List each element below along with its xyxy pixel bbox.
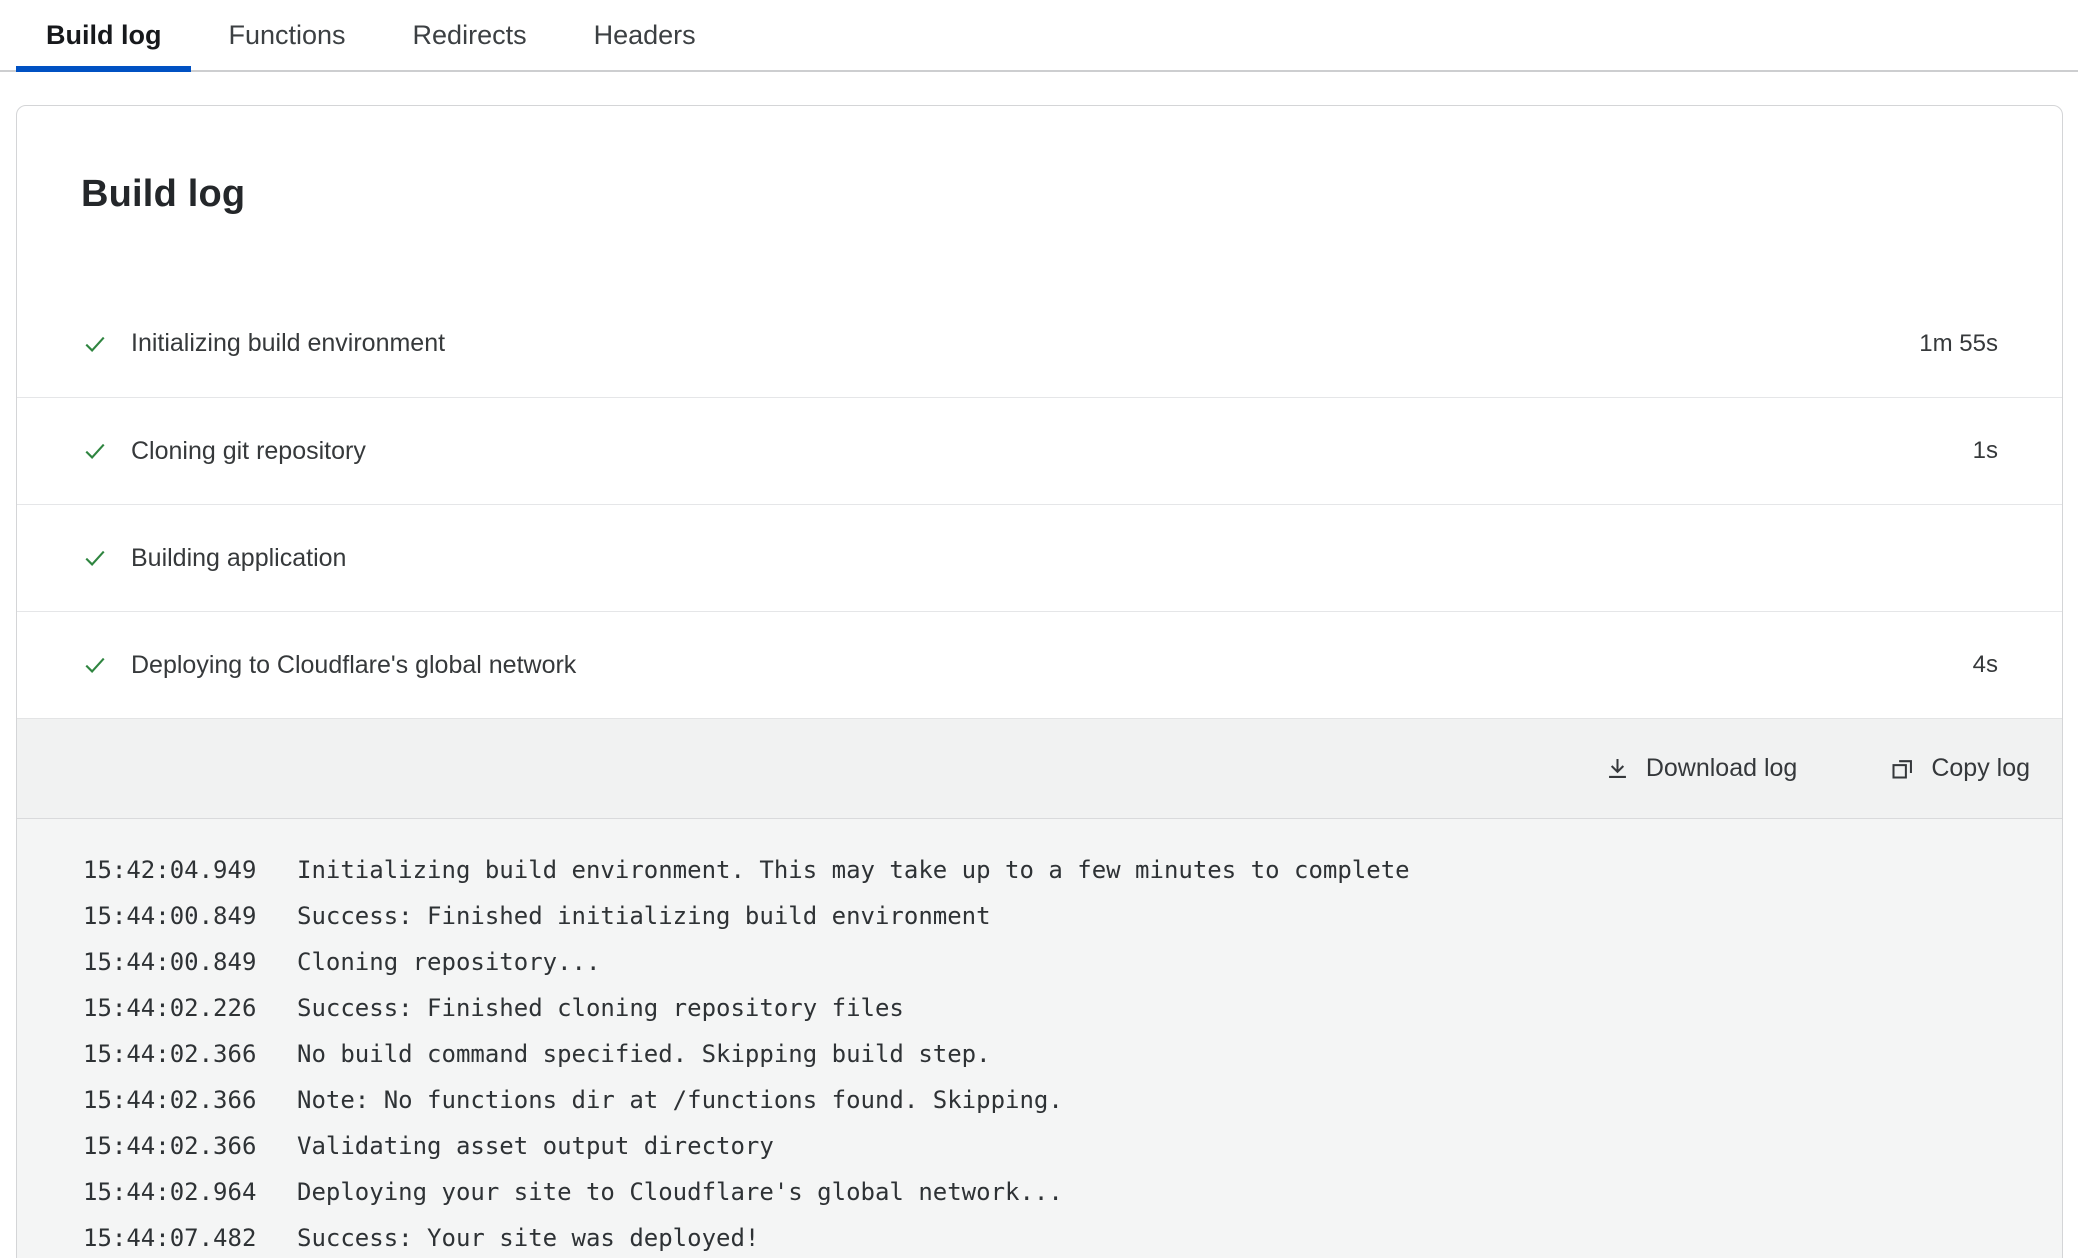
log-timestamp: 15:44:02.366 xyxy=(83,1031,257,1077)
log-timestamp: 15:44:07.482 xyxy=(83,1215,257,1258)
download-log-label: Download log xyxy=(1646,754,1798,783)
step-row-cloning: Cloning git repository 1s xyxy=(17,397,2062,504)
log-line: 15:44:02.964 Deploying your site to Clou… xyxy=(83,1169,2022,1215)
tab-label: Functions xyxy=(228,20,345,51)
tab-redirects[interactable]: Redirects xyxy=(383,0,557,70)
step-label: Cloning git repository xyxy=(131,437,366,466)
step-row-building: Building application xyxy=(17,504,2062,611)
log-timestamp: 15:44:02.366 xyxy=(83,1077,257,1123)
step-duration: 4s xyxy=(1973,651,1998,679)
log-timestamp: 15:44:02.226 xyxy=(83,985,257,1031)
log-timestamp: 15:42:04.949 xyxy=(83,847,257,893)
log-message: Success: Finished cloning repository fil… xyxy=(297,985,904,1031)
tab-label: Build log xyxy=(46,20,161,51)
download-log-button[interactable]: Download log xyxy=(1604,754,1798,783)
log-line: 15:42:04.949 Initializing build environm… xyxy=(83,847,2022,893)
tab-functions[interactable]: Functions xyxy=(198,0,375,70)
build-log-card: Build log Initializing build environment… xyxy=(16,105,2063,1258)
log-message: Cloning repository... xyxy=(297,939,600,985)
log-timestamp: 15:44:02.964 xyxy=(83,1169,257,1215)
log-timestamp: 15:44:00.849 xyxy=(83,939,257,985)
check-icon xyxy=(81,544,109,572)
check-icon xyxy=(81,330,109,358)
step-label: Initializing build environment xyxy=(131,329,445,358)
copy-log-label: Copy log xyxy=(1931,754,2030,783)
step-duration: 1s xyxy=(1973,437,1998,465)
page-title: Build log xyxy=(81,172,1998,216)
deployment-tab-bar: Build log Functions Redirects Headers xyxy=(0,0,2078,72)
log-line: 15:44:00.849 Cloning repository... xyxy=(83,939,2022,985)
download-icon xyxy=(1604,755,1631,782)
log-timestamp: 15:44:00.849 xyxy=(83,893,257,939)
log-message: No build command specified. Skipping bui… xyxy=(297,1031,991,1077)
build-steps-list: Initializing build environment 1m 55s Cl… xyxy=(17,290,2062,718)
log-message: Deploying your site to Cloudflare's glob… xyxy=(297,1169,1063,1215)
copy-icon xyxy=(1889,755,1916,782)
check-icon xyxy=(81,437,109,465)
log-line: 15:44:07.482 Success: Your site was depl… xyxy=(83,1215,2022,1258)
log-line: 15:44:02.366 No build command specified.… xyxy=(83,1031,2022,1077)
log-line: 15:44:00.849 Success: Finished initializ… xyxy=(83,893,2022,939)
tab-build-log[interactable]: Build log xyxy=(16,0,191,70)
log-message: Success: Finished initializing build env… xyxy=(297,893,991,939)
log-message: Note: No functions dir at /functions fou… xyxy=(297,1077,1063,1123)
card-header: Build log xyxy=(17,106,2062,290)
log-message: Initializing build environment. This may… xyxy=(297,847,1410,893)
log-line: 15:44:02.226 Success: Finished cloning r… xyxy=(83,985,2022,1031)
log-line: 15:44:02.366 Validating asset output dir… xyxy=(83,1123,2022,1169)
log-line: 15:44:02.366 Note: No functions dir at /… xyxy=(83,1077,2022,1123)
step-row-initializing: Initializing build environment 1m 55s xyxy=(17,290,2062,397)
copy-log-button[interactable]: Copy log xyxy=(1889,754,2030,783)
check-icon xyxy=(81,651,109,679)
tab-label: Headers xyxy=(594,20,696,51)
step-duration: 1m 55s xyxy=(1919,330,1998,358)
step-row-deploying: Deploying to Cloudflare's global network… xyxy=(17,611,2062,718)
step-label: Deploying to Cloudflare's global network xyxy=(131,651,576,680)
log-timestamp: 15:44:02.366 xyxy=(83,1123,257,1169)
step-label: Building application xyxy=(131,544,346,573)
log-toolbar: Download log Copy log xyxy=(17,718,2062,819)
log-message: Success: Your site was deployed! xyxy=(297,1215,759,1258)
build-log-output: 15:42:04.949 Initializing build environm… xyxy=(17,819,2062,1258)
log-message: Validating asset output directory xyxy=(297,1123,774,1169)
tab-headers[interactable]: Headers xyxy=(564,0,726,70)
tab-label: Redirects xyxy=(413,20,527,51)
